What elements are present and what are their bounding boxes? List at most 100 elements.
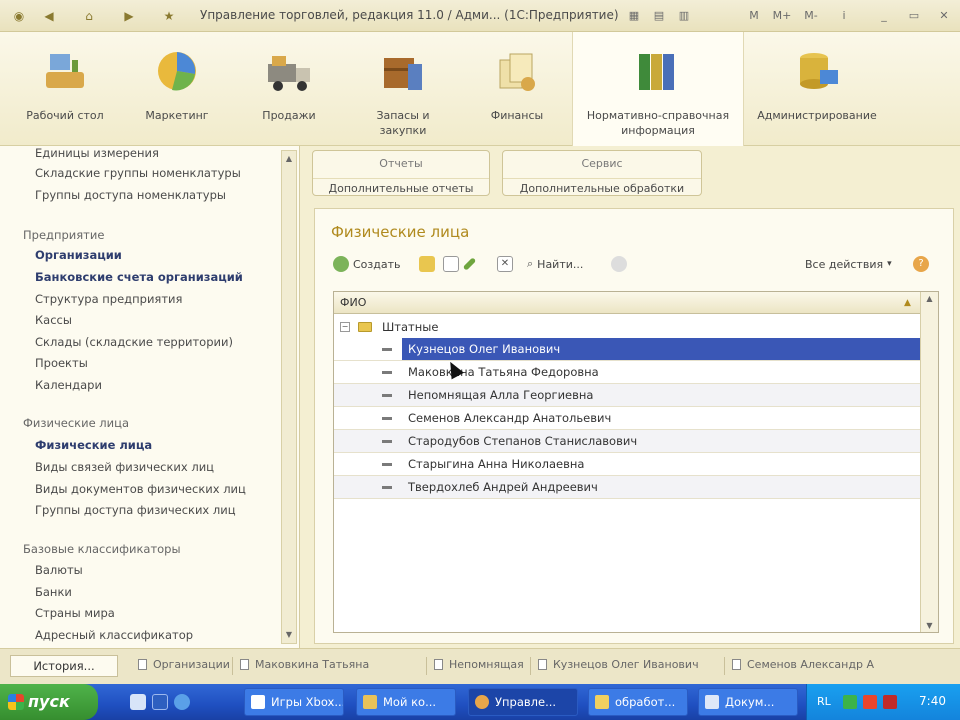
nav-item-relation-types[interactable]: Виды связей физических лиц	[35, 460, 214, 474]
nav-item-address-classifier[interactable]: Адресный классификатор	[35, 628, 193, 642]
table-scrollbar[interactable]: ▲ ▼	[920, 292, 938, 632]
table-group-row[interactable]: − Штатные	[334, 316, 920, 338]
nav-item-calendars[interactable]: Календари	[35, 378, 102, 392]
nav-item-currencies[interactable]: Валюты	[35, 563, 83, 577]
tray-app-icon[interactable]	[863, 695, 877, 709]
table-row[interactable]: Старыгина Анна Николаевна	[334, 453, 920, 476]
history-item[interactable]: Маковкина Татьяна	[240, 658, 369, 671]
section-marketing[interactable]: Маркетинг	[132, 32, 222, 146]
nav-item-warehouse-groups[interactable]: Складские группы номенклатуры	[35, 166, 241, 180]
memory-plus-button[interactable]: M+	[770, 7, 794, 25]
history-item-label: Организации	[153, 658, 230, 671]
document-icon	[434, 659, 443, 670]
nav-scrollbar[interactable]: ▲ ▼	[281, 150, 297, 644]
forward-icon[interactable]: ▶	[120, 7, 138, 25]
taskbar-item[interactable]: Мой ко...	[356, 688, 456, 716]
section-desktop[interactable]: Рабочий стол	[20, 32, 110, 146]
table-header-fio[interactable]: ФИО ▲	[334, 292, 920, 314]
scroll-up-icon[interactable]: ▲	[282, 151, 296, 167]
expand-icon[interactable]: −	[340, 322, 350, 332]
additional-processing-link[interactable]: Дополнительные обработки	[503, 178, 701, 195]
history-item[interactable]: Семенов Александр А	[732, 658, 874, 671]
nav-item-individuals[interactable]: Физические лица	[35, 438, 152, 452]
section-sales[interactable]: Продажи	[244, 32, 334, 146]
scroll-down-icon[interactable]: ▼	[921, 621, 938, 630]
delete-mark-button[interactable]: ✕	[497, 255, 517, 273]
back-icon[interactable]: ◀	[40, 7, 58, 25]
quicklaunch-window-icon[interactable]	[152, 694, 168, 710]
taskbar-item[interactable]: Управле...	[468, 688, 578, 716]
table-row[interactable]: Стародубов Степанов Станиславович	[334, 430, 920, 453]
sections-panel: Рабочий стол Маркетинг Продажи Запасы и …	[0, 32, 960, 146]
taskbar-item[interactable]: обработ...	[588, 688, 688, 716]
nav-item-organizations[interactable]: Организации	[35, 248, 122, 262]
minimize-button[interactable]: _	[875, 7, 893, 25]
inventory-icon	[384, 58, 422, 90]
scroll-down-icon[interactable]: ▼	[282, 627, 296, 643]
nav-item-access-groups[interactable]: Группы доступа номенклатуры	[35, 188, 226, 202]
find-button[interactable]: ⌕ Найти...	[527, 255, 583, 273]
section-inventory[interactable]: Запасы и закупки	[358, 32, 448, 146]
nav-item-document-types[interactable]: Виды документов физических лиц	[35, 482, 246, 496]
individuals-table[interactable]: ФИО ▲ − Штатные Кузнецов Олег Иванович М…	[333, 291, 939, 633]
nav-item-individual-access[interactable]: Группы доступа физических лиц	[35, 503, 236, 517]
table-row[interactable]: Маковкина Татьяна Федоровна	[334, 361, 920, 384]
nav-item-warehouses[interactable]: Склады (складские территории)	[35, 335, 233, 349]
maximize-button[interactable]: ▭	[905, 7, 923, 25]
cancel-search-button[interactable]	[611, 255, 631, 273]
all-actions-button[interactable]: Все действия ▾	[805, 255, 892, 273]
taskbar-item[interactable]: Докум...	[698, 688, 798, 716]
history-button[interactable]: История...	[10, 655, 118, 677]
history-item[interactable]: Непомнящая	[434, 658, 524, 671]
home-icon[interactable]: ⌂	[80, 7, 98, 25]
calculator-icon[interactable]: ▦	[625, 7, 643, 25]
memory-minus-button[interactable]: M-	[800, 7, 822, 25]
create-button[interactable]: Создать	[333, 255, 401, 273]
create-folder-button[interactable]	[419, 255, 439, 273]
nav-item-cash[interactable]: Кассы	[35, 313, 72, 327]
help-button[interactable]: ?	[913, 255, 933, 273]
table-row[interactable]: Непомнящая Алла Георгиевна	[334, 384, 920, 407]
table-row[interactable]: Семенов Александр Анатольевич	[334, 407, 920, 430]
scroll-up-icon[interactable]: ▲	[921, 294, 938, 303]
calendar-icon[interactable]: ▤	[650, 7, 668, 25]
folder-icon	[358, 322, 372, 332]
favorites-icon[interactable]: ★	[160, 7, 178, 25]
row-name: Непомнящая Алла Георгиевна	[408, 388, 594, 402]
edit-button[interactable]	[462, 255, 477, 273]
clipboard-icon[interactable]: ▥	[675, 7, 693, 25]
document-icon	[732, 659, 741, 670]
tray-network-icon[interactable]	[843, 695, 857, 709]
language-indicator[interactable]: RL	[817, 695, 831, 708]
table-row[interactable]: Кузнецов Олег Иванович	[334, 338, 920, 361]
history-item[interactable]: Кузнецов Олег Иванович	[538, 658, 699, 671]
nav-item-projects[interactable]: Проекты	[35, 356, 88, 370]
clock: 7:40	[919, 694, 946, 708]
copy-button[interactable]	[443, 255, 463, 273]
create-icon	[333, 256, 349, 272]
section-label: Рабочий стол	[26, 109, 104, 122]
quicklaunch-save-icon[interactable]	[130, 694, 146, 710]
document-icon	[538, 659, 547, 670]
section-reference[interactable]: Нормативно-справочная информация	[572, 32, 744, 146]
info-icon[interactable]: i	[835, 7, 853, 25]
reports-panel: Отчеты Дополнительные отчеты	[312, 150, 490, 196]
taskbar-item[interactable]: Игры Xbox...	[244, 688, 344, 716]
close-button[interactable]: ✕	[935, 7, 953, 25]
additional-reports-link[interactable]: Дополнительные отчеты	[313, 178, 489, 195]
nav-item-bank-accounts[interactable]: Банковские счета организаций	[35, 270, 243, 284]
nav-item-structure[interactable]: Структура предприятия	[35, 292, 182, 306]
history-item[interactable]: Организации	[138, 658, 230, 671]
memory-m-button[interactable]: M	[745, 7, 763, 25]
table-row[interactable]: Твердохлеб Андрей Андреевич	[334, 476, 920, 499]
tray-antivirus-icon[interactable]	[883, 695, 897, 709]
start-button[interactable]: пуск	[0, 684, 98, 720]
nav-item-countries[interactable]: Страны мира	[35, 606, 115, 620]
section-admin[interactable]: Администрирование	[752, 32, 882, 146]
section-finance[interactable]: Финансы	[472, 32, 562, 146]
nav-item-units[interactable]: Единицы измерения	[35, 146, 159, 160]
quicklaunch-ie-icon[interactable]	[174, 694, 190, 710]
history-item-label: Маковкина Татьяна	[255, 658, 370, 671]
nav-item-banks[interactable]: Банки	[35, 585, 72, 599]
app-menu-icon[interactable]: ◉	[10, 7, 28, 25]
